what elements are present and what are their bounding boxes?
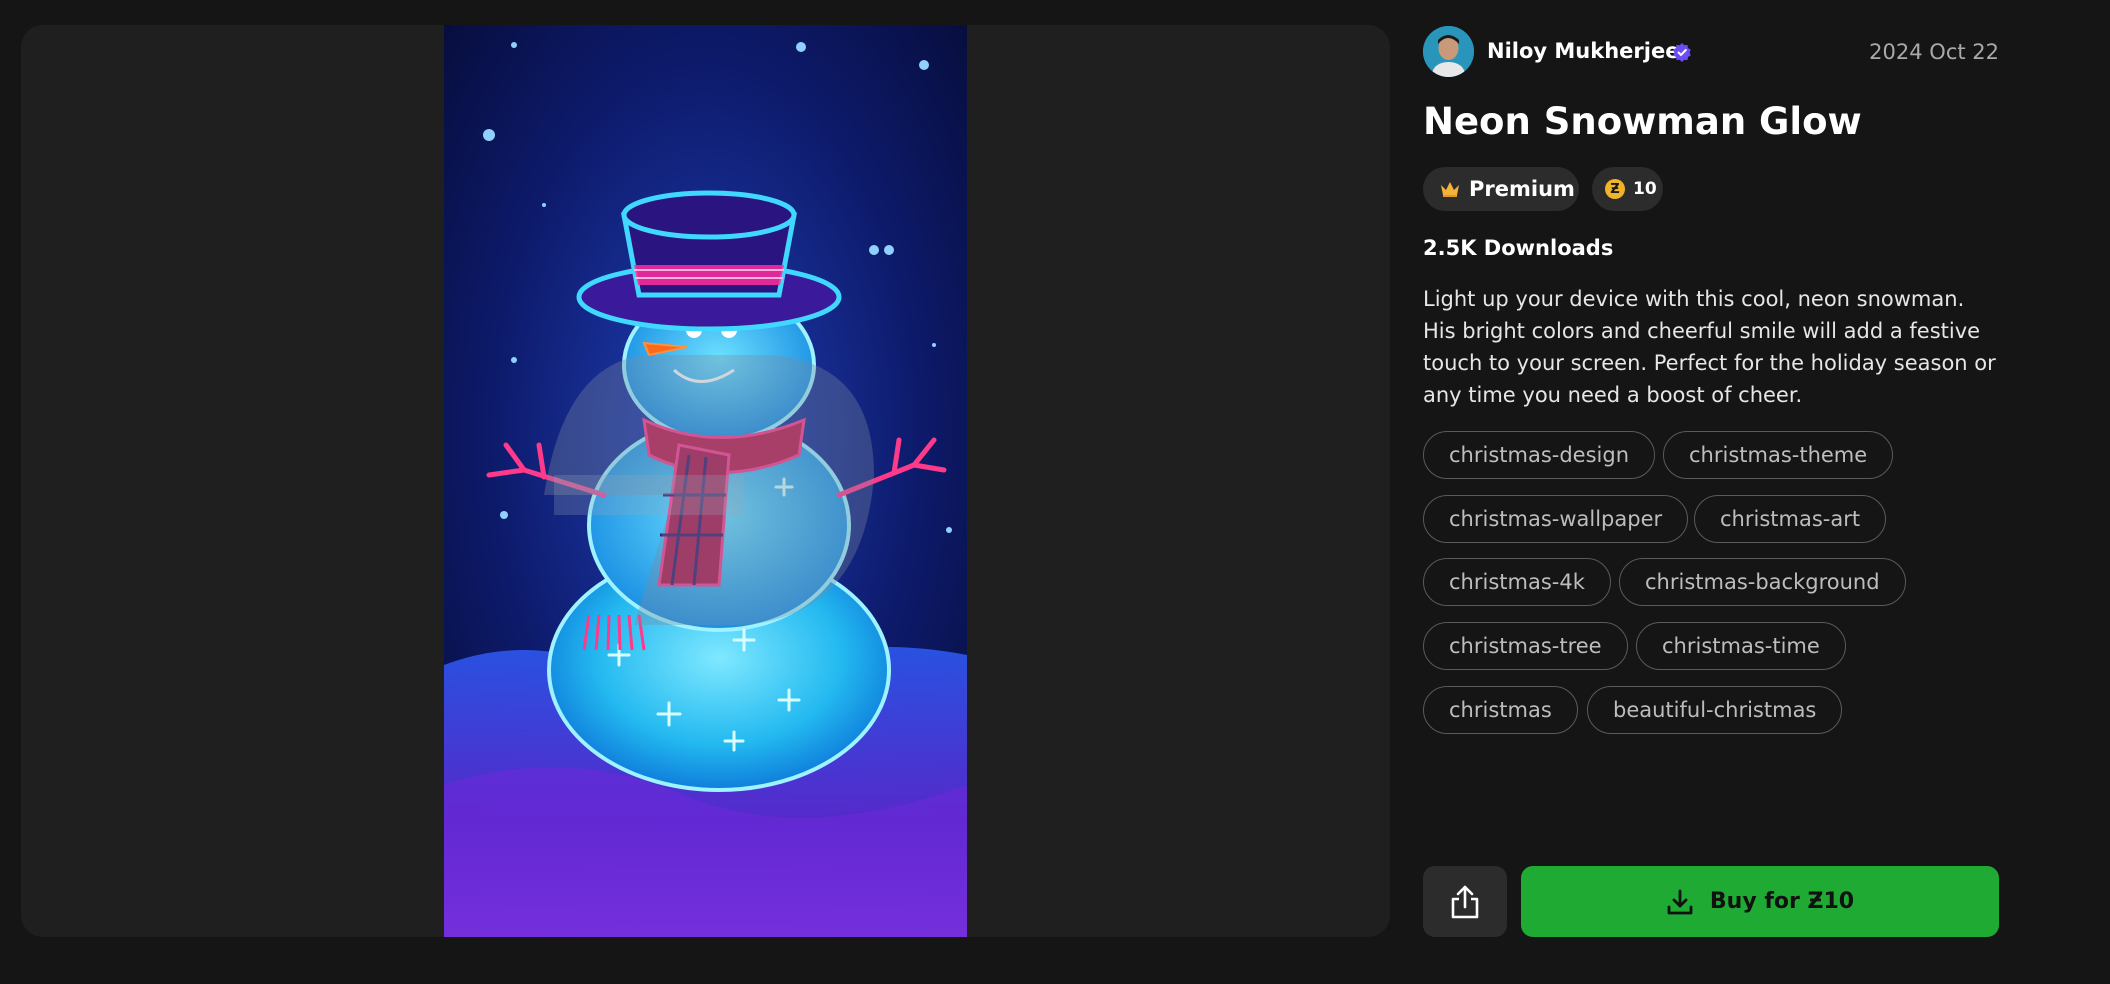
tag-chip[interactable]: christmas-time bbox=[1636, 622, 1846, 670]
wallpaper-image[interactable] bbox=[444, 25, 967, 937]
buy-button-label: Buy for Ƶ10 bbox=[1709, 889, 1855, 914]
page-title: Neon Snowman Glow bbox=[1423, 100, 1862, 143]
tag-chip[interactable]: christmas-design bbox=[1423, 431, 1656, 479]
wallpaper-preview-panel bbox=[21, 25, 1390, 937]
tag-chip[interactable]: christmas-art bbox=[1694, 495, 1887, 543]
avatar[interactable] bbox=[1423, 26, 1474, 77]
description: Light up your device with this cool, neo… bbox=[1423, 287, 1996, 407]
tag-chip[interactable]: christmas-theme bbox=[1663, 431, 1894, 479]
author-row: Niloy Mukherjee 2024 Oct 22 bbox=[1423, 25, 1999, 79]
tag-chip[interactable]: christmas-4k bbox=[1423, 558, 1611, 606]
tag-chip[interactable]: christmas-wallpaper bbox=[1423, 495, 1689, 543]
author-name[interactable]: Niloy Mukherjee bbox=[1487, 39, 1679, 63]
coin-price-badge: Ƶ 10 bbox=[1592, 167, 1663, 211]
tag-chip[interactable]: christmas-tree bbox=[1423, 622, 1628, 670]
download-count: 2.5K Downloads bbox=[1423, 236, 1614, 260]
share-icon bbox=[1451, 885, 1479, 918]
tag-chip[interactable]: christmas bbox=[1423, 686, 1578, 734]
crown-icon bbox=[1441, 182, 1459, 197]
download-icon bbox=[1667, 889, 1693, 914]
coin-amount: 10 bbox=[1633, 179, 1657, 199]
share-button[interactable] bbox=[1423, 866, 1507, 937]
tag-chip[interactable]: christmas-background bbox=[1619, 558, 1906, 606]
premium-label: Premium bbox=[1469, 177, 1575, 201]
buy-button[interactable]: Buy for Ƶ10 bbox=[1521, 866, 1999, 937]
publish-date: 2024 Oct 22 bbox=[1869, 40, 1999, 64]
verified-badge-icon bbox=[1673, 43, 1691, 62]
coin-icon: Ƶ bbox=[1605, 179, 1625, 199]
tag-chip[interactable]: beautiful-christmas bbox=[1587, 686, 1843, 734]
premium-badge: Premium bbox=[1423, 167, 1579, 211]
